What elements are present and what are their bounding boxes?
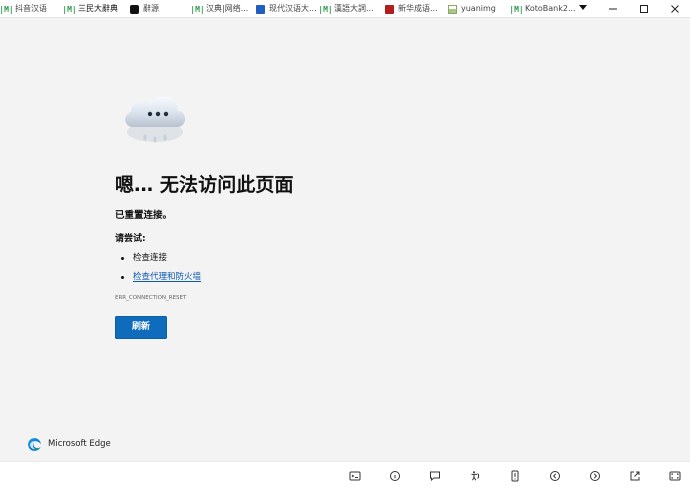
connection-error-page: 嗯… 无法访问此页面 已重置连接。 请尝试: 检查连接 检查代理和防火墙 ERR… (115, 88, 585, 358)
m-icon: |M| (0, 4, 14, 14)
page-title: 嗯… 无法访问此页面 (115, 174, 294, 196)
accessibility-icon[interactable] (469, 470, 481, 482)
cloud-ellipsis-icon (125, 96, 186, 143)
suggestion-list: 检查连接 检查代理和防火墙 (118, 252, 201, 290)
dropdown-arrow-icon[interactable] (578, 2, 588, 14)
terminal-icon[interactable] (349, 470, 361, 482)
refresh-button[interactable]: 刷新 (115, 316, 167, 339)
edge-brand: Microsoft Edge (27, 436, 111, 452)
screen-icon[interactable] (669, 470, 681, 482)
tab-douyin-chinese[interactable]: |M| 抖音汉语 (0, 1, 47, 17)
book-icon (256, 4, 265, 14)
tab-label: 抖音汉语 (15, 4, 47, 13)
error-subtitle: 已重置连接。 (115, 210, 173, 221)
close-icon[interactable] (659, 0, 690, 17)
error-code: ERR_CONNECTION_RESET (115, 295, 187, 301)
suggestion-check-connection: 检查连接 (118, 252, 201, 271)
tab-label: 新华成语... (398, 4, 438, 13)
tab-hanyu-dacidian[interactable]: |M| 漢語大詞... (318, 1, 374, 17)
proxy-firewall-link[interactable]: 检查代理和防火墙 (133, 272, 201, 282)
bottom-toolbar (0, 461, 690, 490)
window-controls (597, 0, 690, 17)
tab-sanmin-dictionary[interactable]: |M| 三民大辭典 (62, 1, 118, 17)
tab-ciyuan[interactable]: 辭源 (130, 1, 159, 17)
comment-icon[interactable] (429, 470, 441, 482)
tab-label: yuanimg (461, 4, 496, 13)
edge-logo-icon (28, 437, 41, 451)
suggestion-label: 检查连接 (133, 253, 168, 263)
m-icon: |M| (62, 4, 77, 14)
tab-label: 漢語大詞... (334, 4, 374, 13)
tab-label: 现代汉语大... (269, 4, 317, 13)
minimize-icon[interactable] (597, 0, 628, 17)
tab-handian[interactable]: |M| 汉典|网络... (190, 1, 249, 17)
back-icon[interactable] (549, 470, 561, 482)
tab-xinhua-idioms[interactable]: 新华成语... (385, 1, 438, 17)
tab-yuanimg[interactable]: yuanimg (448, 1, 496, 17)
tab-label: 汉典|网络... (206, 4, 249, 13)
suggestion-check-proxy-firewall: 检查代理和防火墙 (118, 271, 201, 290)
tab-label: KotoBank2... (525, 4, 576, 13)
info-icon[interactable] (389, 470, 401, 482)
tab-modern-chinese[interactable]: 现代汉语大... (256, 1, 317, 17)
maximize-icon[interactable] (628, 0, 659, 17)
m-icon: |M| (509, 4, 524, 14)
tab-label: 辭源 (143, 4, 159, 13)
external-link-icon[interactable] (629, 470, 641, 482)
dark-square-icon (130, 4, 139, 14)
m-icon: |M| (318, 4, 333, 14)
m-icon: |M| (190, 4, 205, 14)
try-label: 请尝试: (115, 234, 146, 244)
tab-kotobank[interactable]: |M| KotoBank2... (509, 1, 576, 17)
tab-label: 三民大辭典 (78, 4, 118, 13)
document-icon (448, 4, 457, 14)
tab-strip: |M| 抖音汉语 |M| 三民大辭典 辭源 |M| 汉典|网络... 现代汉语大… (0, 0, 690, 18)
forward-icon[interactable] (589, 470, 601, 482)
brand-name: Microsoft Edge (48, 439, 111, 449)
red-square-icon (385, 4, 394, 14)
mobile-icon[interactable] (509, 470, 521, 482)
